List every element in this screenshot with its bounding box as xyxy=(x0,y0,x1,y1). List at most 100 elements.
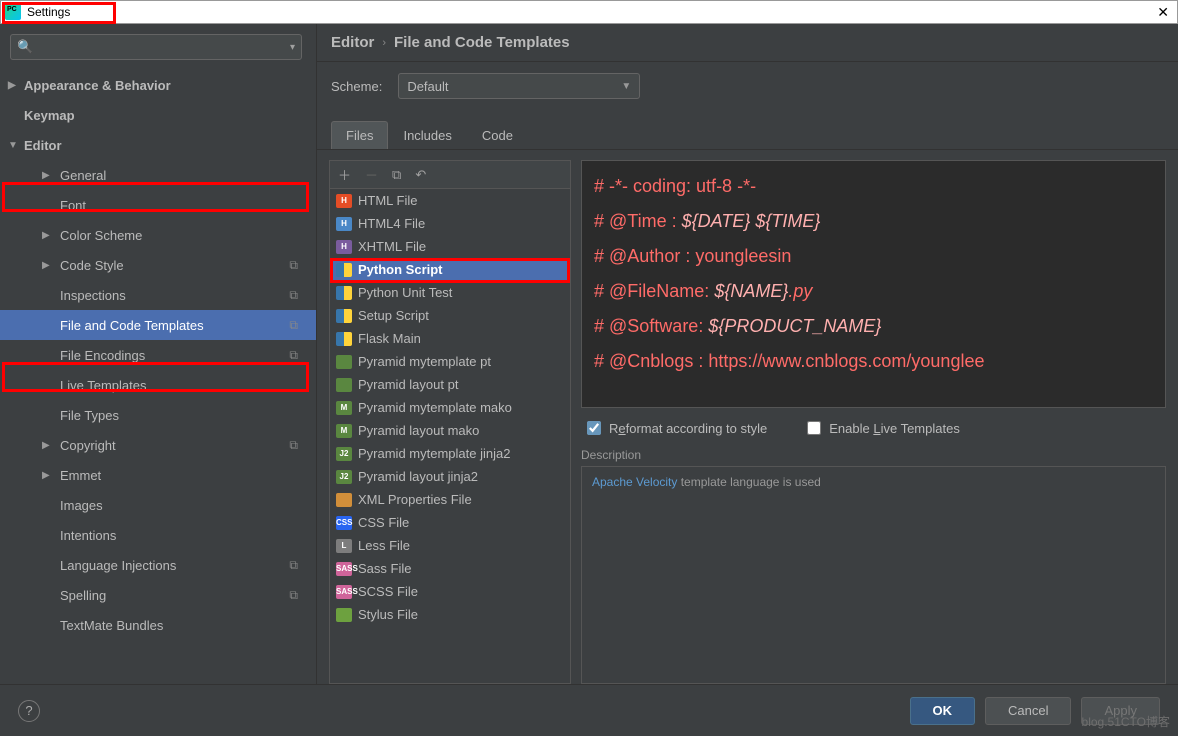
help-button[interactable]: ? xyxy=(18,700,40,722)
file-item-label: Pyramid layout mako xyxy=(358,423,479,438)
tab-includes[interactable]: Includes xyxy=(388,121,466,149)
sidebar-item[interactable]: ▶Appearance & Behavior xyxy=(0,70,316,100)
reformat-checkbox[interactable]: Reformat according to style xyxy=(587,421,767,436)
sidebar-item[interactable]: Inspections⧉ xyxy=(0,280,316,310)
search-input[interactable]: 🔍 ▾ xyxy=(10,34,302,60)
template-file-item[interactable]: SASSSCSS File xyxy=(330,580,570,603)
template-file-item[interactable]: HXHTML File xyxy=(330,235,570,258)
arrow-icon: ▶ xyxy=(42,260,50,271)
title-bar: Settings ✕ xyxy=(0,0,1178,24)
template-file-item[interactable]: J2Pyramid layout jinja2 xyxy=(330,465,570,488)
description-label: Description xyxy=(581,448,1166,462)
template-file-item[interactable]: Setup Script xyxy=(330,304,570,327)
ok-button[interactable]: OK xyxy=(910,697,976,725)
description-box[interactable]: Apache Velocity template language is use… xyxy=(581,466,1166,684)
template-file-panel: ＋ － ⧉ ↶ HHTML FileHHTML4 FileHXHTML File… xyxy=(329,160,571,684)
reformat-checkbox-input[interactable] xyxy=(587,421,601,435)
code-line: .py xyxy=(788,281,812,301)
sidebar-item[interactable]: File Encodings⧉ xyxy=(0,340,316,370)
sidebar-item[interactable]: Language Injections⧉ xyxy=(0,550,316,580)
sidebar-item[interactable]: Font xyxy=(0,190,316,220)
file-type-icon xyxy=(336,309,352,323)
project-badge-icon: ⧉ xyxy=(289,348,298,363)
sidebar-item[interactable]: ▶Copyright⧉ xyxy=(0,430,316,460)
sidebar-item[interactable]: File and Code Templates⧉ xyxy=(0,310,316,340)
copy-icon[interactable]: ⧉ xyxy=(392,167,401,183)
sidebar-item-label: Live Templates xyxy=(60,378,146,393)
arrow-icon: ▶ xyxy=(42,440,50,451)
template-file-item[interactable]: J2Pyramid mytemplate jinja2 xyxy=(330,442,570,465)
template-file-list[interactable]: HHTML FileHHTML4 FileHXHTML File Python S… xyxy=(330,189,570,683)
sidebar-item-label: File and Code Templates xyxy=(60,318,204,333)
sidebar-item-label: Keymap xyxy=(24,108,75,123)
code-line: # @Software: xyxy=(594,316,703,336)
scheme-select[interactable]: Default ▼ xyxy=(398,73,640,99)
file-item-label: HTML4 File xyxy=(358,216,425,231)
template-file-item[interactable]: Pyramid layout pt xyxy=(330,373,570,396)
file-item-label: Stylus File xyxy=(358,607,418,622)
close-icon[interactable]: ✕ xyxy=(1157,4,1169,21)
file-item-label: Pyramid mytemplate jinja2 xyxy=(358,446,510,461)
template-file-item[interactable]: Pyramid mytemplate pt xyxy=(330,350,570,373)
template-file-item[interactable]: SASSSass File xyxy=(330,557,570,580)
settings-tree[interactable]: ▶Appearance & Behavior Keymap ▼Editor▶Gene… xyxy=(0,66,316,684)
file-item-label: SCSS File xyxy=(358,584,418,599)
file-type-icon xyxy=(336,355,352,369)
settings-sidebar: 🔍 ▾ ▶Appearance & BehaviorKeymap▼Editor▶… xyxy=(0,24,317,684)
template-file-item[interactable]: MPyramid layout mako xyxy=(330,419,570,442)
template-file-item[interactable]: XML Properties File xyxy=(330,488,570,511)
enable-live-templates-checkbox[interactable]: Enable Live Templates xyxy=(807,421,960,436)
sidebar-item[interactable]: TextMate Bundles xyxy=(0,610,316,640)
template-file-item[interactable]: Python Script xyxy=(330,258,570,281)
file-item-label: Pyramid mytemplate pt xyxy=(358,354,491,369)
file-item-label: Pyramid layout pt xyxy=(358,377,458,392)
chevron-right-icon: › xyxy=(382,37,386,49)
apply-button[interactable]: Apply xyxy=(1081,697,1160,725)
tab-code[interactable]: Code xyxy=(467,121,528,149)
remove-icon[interactable]: － xyxy=(365,165,378,184)
arrow-icon: ▶ xyxy=(42,230,50,241)
undo-icon[interactable]: ↶ xyxy=(415,167,426,183)
sidebar-item[interactable]: Live Templates xyxy=(0,370,316,400)
template-file-item[interactable]: CSSCSS File xyxy=(330,511,570,534)
file-toolbar: ＋ － ⧉ ↶ xyxy=(330,161,570,189)
sidebar-item[interactable]: Spelling⧉ xyxy=(0,580,316,610)
sidebar-item[interactable]: Images xyxy=(0,490,316,520)
chevron-down-icon: ▼ xyxy=(621,81,631,92)
sidebar-item[interactable]: File Types xyxy=(0,400,316,430)
sidebar-item[interactable]: ▶Color Scheme xyxy=(0,220,316,250)
file-item-label: Pyramid mytemplate mako xyxy=(358,400,512,415)
template-file-item[interactable]: M Pyramid mytemplate mako xyxy=(330,396,570,419)
template-file-item[interactable]: Stylus File xyxy=(330,603,570,626)
add-icon[interactable]: ＋ xyxy=(338,165,351,184)
sidebar-item[interactable]: ▶Code Style⧉ xyxy=(0,250,316,280)
sidebar-item[interactable]: Intentions xyxy=(0,520,316,550)
file-type-icon: M xyxy=(336,401,352,415)
file-item-label: Sass File xyxy=(358,561,411,576)
template-file-item[interactable]: HHTML4 File xyxy=(330,212,570,235)
template-file-item[interactable]: HHTML File xyxy=(330,189,570,212)
sidebar-item-label: Language Injections xyxy=(60,558,176,573)
sidebar-item[interactable]: ▶Emmet xyxy=(0,460,316,490)
file-item-label: Setup Script xyxy=(358,308,429,323)
file-item-label: Python Script xyxy=(358,262,443,277)
arrow-icon: ▼ xyxy=(8,140,20,151)
template-tabs: Files Includes Code xyxy=(317,120,1178,150)
code-line: # @Time : xyxy=(594,211,677,231)
file-item-label: Python Unit Test xyxy=(358,285,452,300)
enable-live-checkbox-input[interactable] xyxy=(807,421,821,435)
template-file-item[interactable]: Flask Main xyxy=(330,327,570,350)
cancel-button[interactable]: Cancel xyxy=(985,697,1071,725)
window-title: Settings xyxy=(27,5,70,19)
sidebar-item-label: Spelling xyxy=(60,588,106,603)
sidebar-item[interactable]: Keymap xyxy=(0,100,316,130)
tab-files[interactable]: Files xyxy=(331,121,388,149)
sidebar-item-label: Emmet xyxy=(60,468,101,483)
template-code-editor[interactable]: # -*- coding: utf-8 -*- # @Time : ${DATE… xyxy=(581,160,1166,408)
sidebar-item[interactable]: ▼Editor xyxy=(0,130,316,160)
template-file-item[interactable]: Python Unit Test xyxy=(330,281,570,304)
file-item-label: HTML File xyxy=(358,193,417,208)
apache-velocity-link[interactable]: Apache Velocity xyxy=(592,475,677,489)
template-file-item[interactable]: LLess File xyxy=(330,534,570,557)
sidebar-item[interactable]: ▶General xyxy=(0,160,316,190)
